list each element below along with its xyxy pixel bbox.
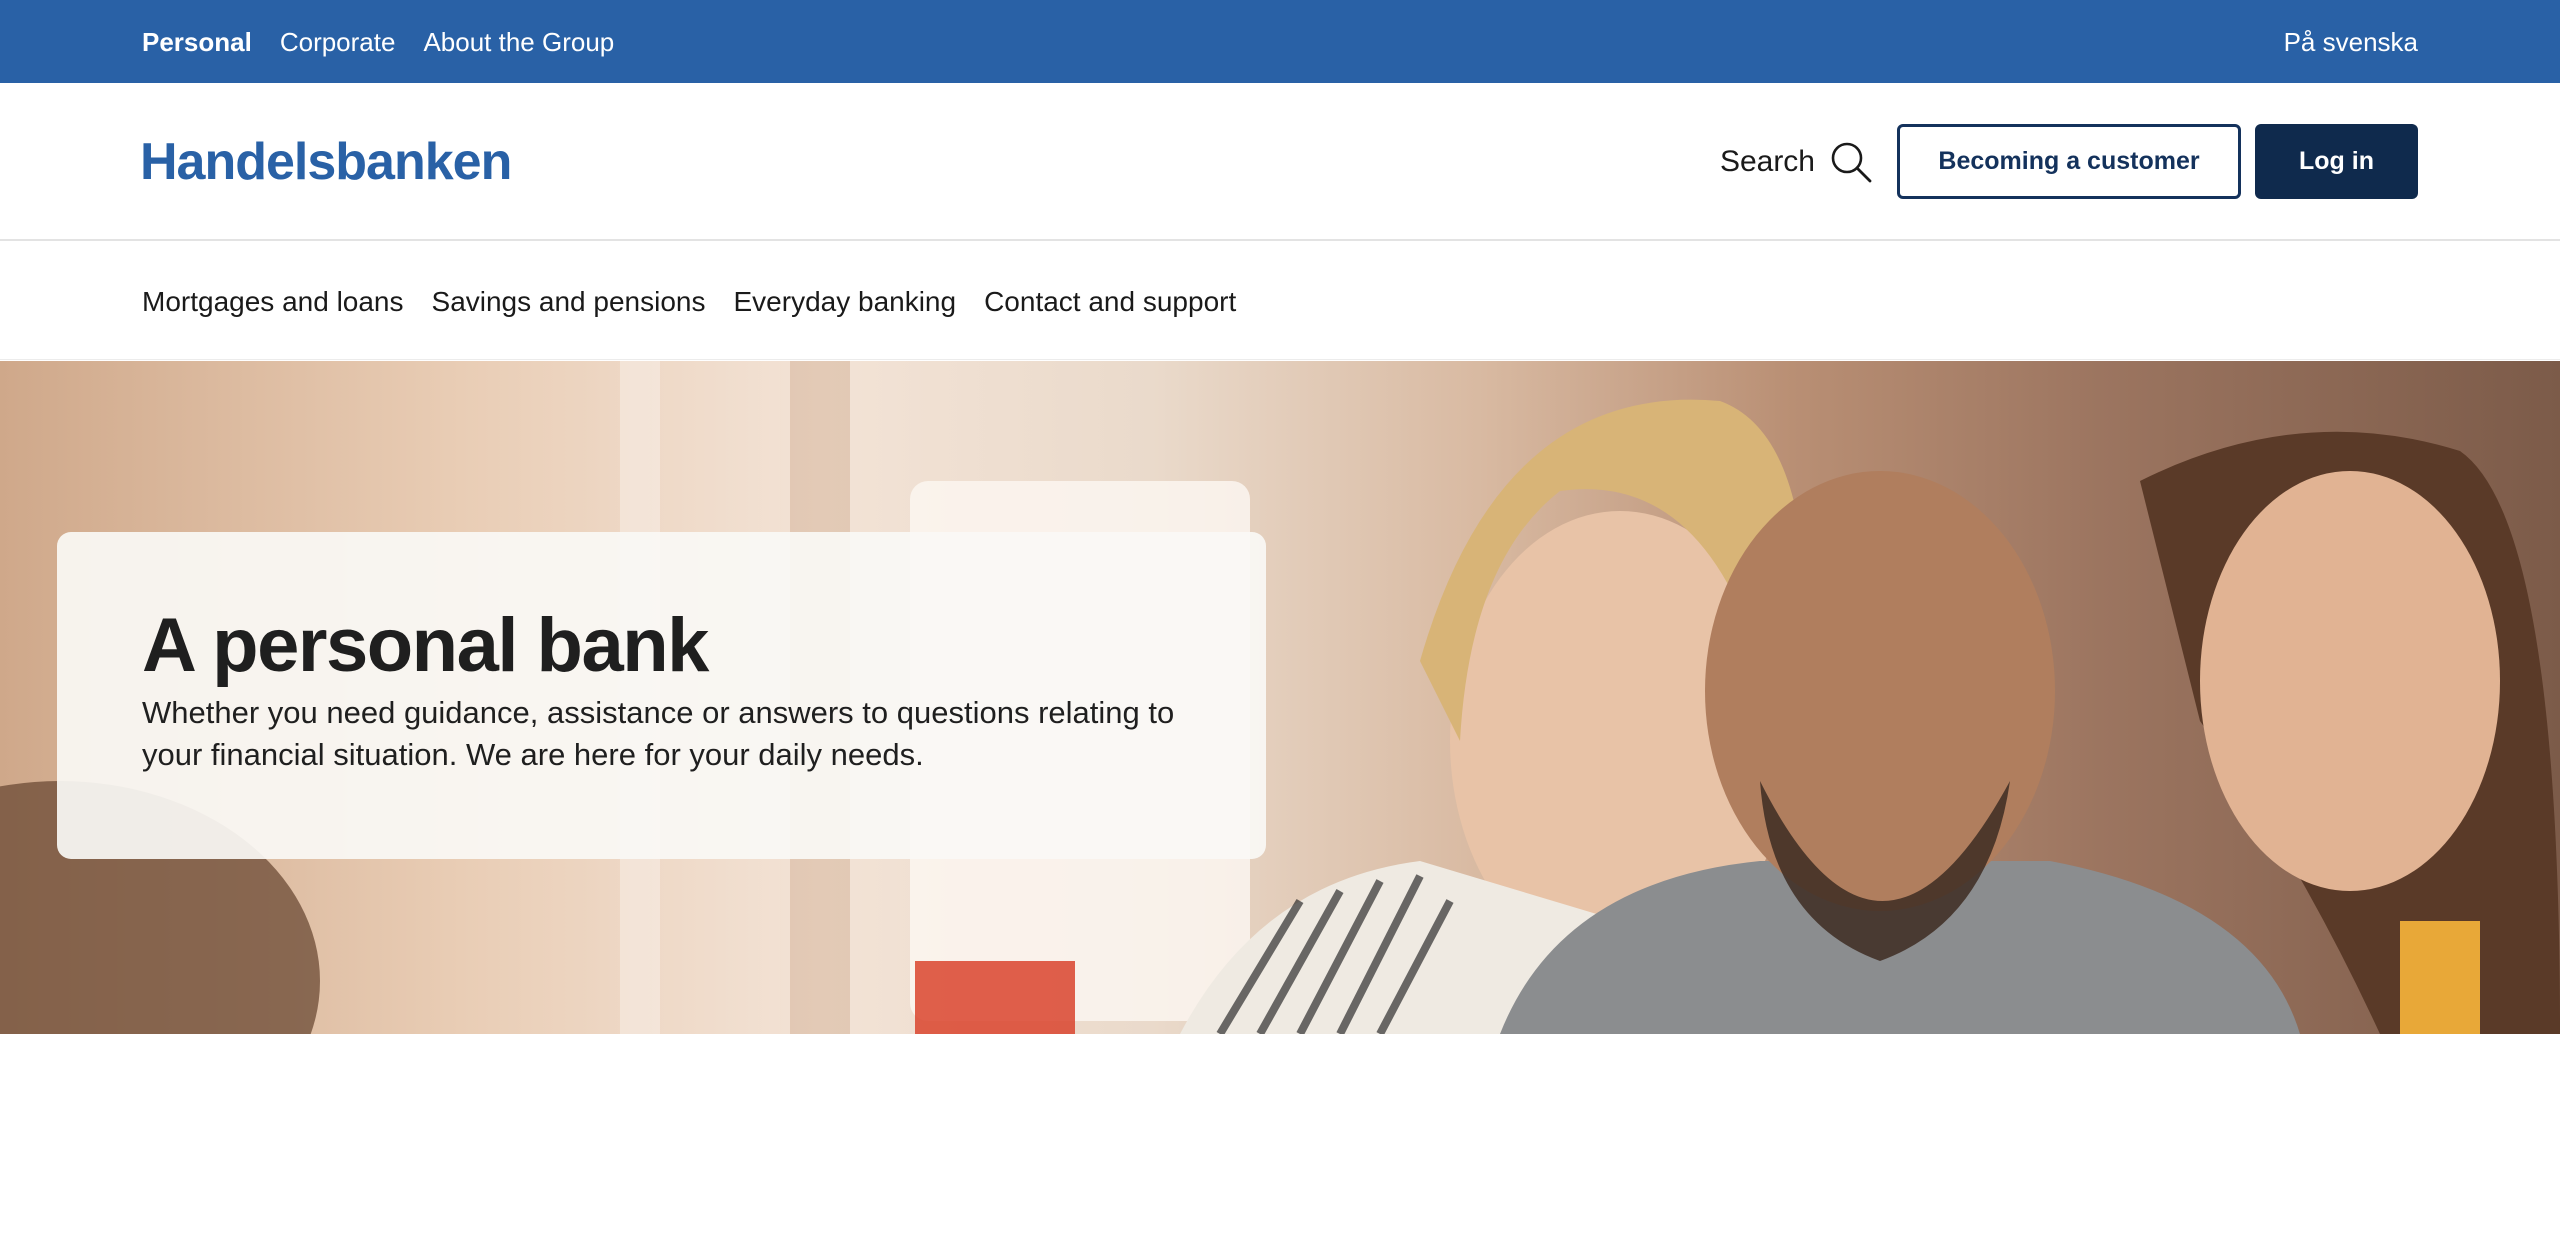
search-label: Search — [1719, 144, 1815, 178]
hero-title: A personal bank — [142, 603, 709, 688]
nav-mortgages-and-loans[interactable]: Mortgages and loans — [142, 286, 404, 318]
language-swedish-link[interactable]: På svenska — [2284, 29, 2418, 55]
segment-nav: Personal Corporate About the Group — [142, 0, 614, 83]
main-navigation: Mortgages and loans Savings and pensions… — [0, 243, 2560, 360]
search-icon — [1829, 140, 1873, 184]
becoming-customer-button[interactable]: Becoming a customer — [1897, 124, 2241, 199]
nav-everyday-banking[interactable]: Everyday banking — [734, 286, 957, 318]
hero-card: A personal bank Whether you need guidanc… — [57, 532, 1266, 859]
main-nav-items: Mortgages and loans Savings and pensions… — [142, 243, 1236, 360]
header-actions: Search Becoming a customer Log in — [1720, 124, 2418, 199]
language-switch: På svenska — [2284, 0, 2418, 83]
nav-contact-and-support[interactable]: Contact and support — [984, 286, 1236, 318]
search-button[interactable]: Search — [1720, 140, 1873, 184]
handelsbanken-logo[interactable]: Handelsbanken — [140, 131, 512, 193]
top-utility-bar: Personal Corporate About the Group På sv… — [0, 0, 2560, 83]
site-header: Handelsbanken Search Becoming a customer… — [0, 83, 2560, 241]
nav-savings-and-pensions[interactable]: Savings and pensions — [432, 286, 706, 318]
segment-personal-link[interactable]: Personal — [142, 29, 252, 55]
segment-about-group-link[interactable]: About the Group — [423, 29, 614, 55]
hero-banner: A personal bank Whether you need guidanc… — [0, 361, 2560, 1034]
hero-description: Whether you need guidance, assistance or… — [142, 695, 1175, 772]
segment-corporate-link[interactable]: Corporate — [280, 29, 396, 55]
login-button[interactable]: Log in — [2255, 124, 2418, 199]
